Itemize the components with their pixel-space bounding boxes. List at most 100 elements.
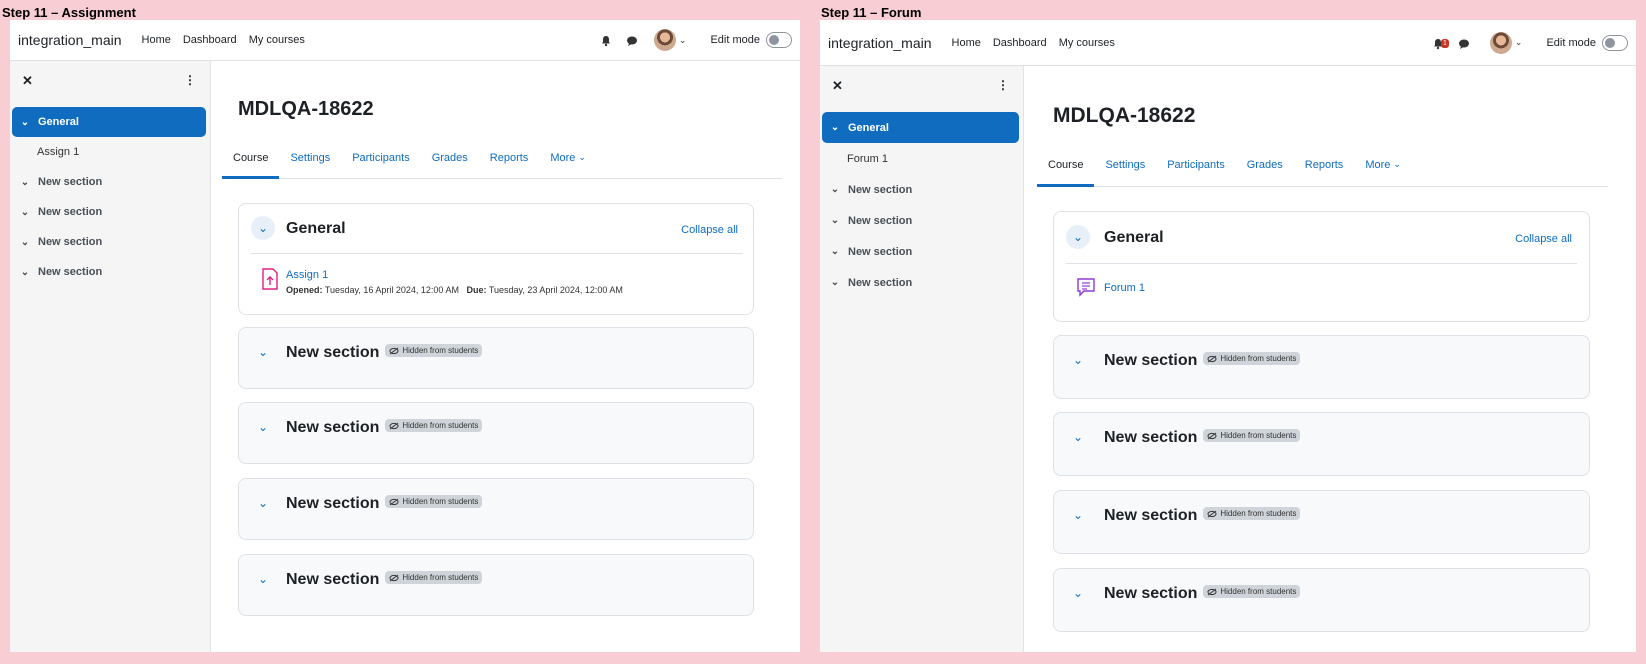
section-card: ⌄ New section Hidden from students [238,327,754,389]
collapse-chevron-icon[interactable]: ⌄ [1066,425,1090,449]
hidden-badge: Hidden from students [1203,507,1301,521]
site-brand[interactable]: integration_main [828,35,932,51]
kebab-menu-icon[interactable]: ⋮ [997,78,1009,92]
hidden-badge: Hidden from students [1203,352,1301,366]
tab-settings[interactable]: Settings [279,137,341,178]
page-title: MDLQA-18622 [1053,104,1196,127]
course-tabs: Course Settings Participants Grades Repo… [1037,143,1608,187]
section-card: ⌄ New section Hidden from students [1053,335,1590,399]
chevron-down-icon: ⌄ [830,246,840,257]
section-title: New section Hidden from students [1104,429,1301,447]
tab-grades[interactable]: Grades [421,137,479,178]
tab-grades[interactable]: Grades [1236,143,1294,186]
drawer-item-general[interactable]: ⌄ General [12,107,206,137]
hidden-badge: Hidden from students [1203,429,1301,443]
general-section-card: ⌄ General Collapse all Assign 1 Opened: … [238,203,754,315]
divider [1066,263,1577,264]
drawer-item-section[interactable]: ⌄ New section [822,236,1019,267]
tab-course[interactable]: Course [222,137,280,179]
course-tabs: Course Settings Participants Grades Repo… [222,137,782,179]
hidden-badge: Hidden from students [385,419,483,433]
tab-settings[interactable]: Settings [1094,143,1156,186]
collapse-chevron-icon[interactable]: ⌄ [1066,581,1090,605]
tab-reports[interactable]: Reports [479,137,540,178]
tab-participants[interactable]: Participants [1156,143,1235,186]
chat-icon[interactable] [626,34,638,46]
activity-link[interactable]: Assign 1 [286,269,328,281]
collapse-chevron-icon[interactable]: ⌄ [1066,225,1090,249]
user-menu-chevron-icon[interactable]: ⌄ [679,35,687,46]
chat-icon[interactable] [1458,37,1470,49]
hidden-badge-text: Hidden from students [1220,431,1297,441]
tab-reports[interactable]: Reports [1294,143,1355,186]
user-menu-chevron-icon[interactable]: ⌄ [1515,37,1523,48]
step-label: Step 11 – Forum [821,5,922,20]
activity-link[interactable]: Forum 1 [1104,282,1145,294]
chevron-down-icon: ⌄ [20,206,30,218]
collapse-all-link[interactable]: Collapse all [1515,233,1572,245]
hidden-badge-text: Hidden from students [1220,587,1297,597]
collapse-chevron-icon[interactable]: ⌄ [1066,348,1090,372]
section-title-text: New section [286,419,380,436]
drawer-item-section[interactable]: ⌄ New section [12,197,206,227]
collapse-chevron-icon[interactable]: ⌄ [1066,503,1090,527]
opened-label: Opened: [286,285,323,295]
nav-my-courses-link[interactable]: My courses [249,34,305,46]
edit-mode-toggle[interactable] [766,32,792,48]
due-label: Due: [466,285,487,295]
section-title: New section Hidden from students [1104,352,1301,370]
close-drawer-icon[interactable]: ✕ [832,78,843,94]
drawer-item-activity[interactable]: Forum 1 [822,143,1019,174]
drawer-item-section[interactable]: ⌄ New section [12,167,206,197]
hidden-badge-text: Hidden from students [402,421,479,431]
nav-dashboard-link[interactable]: Dashboard [183,34,237,46]
navbar-right: 1 ⌄ Edit mode [1426,31,1636,54]
drawer-item-section[interactable]: ⌄ New section [822,267,1019,298]
nav-dashboard-link[interactable]: Dashboard [993,37,1047,49]
tab-participants[interactable]: Participants [341,137,420,178]
bell-icon[interactable] [600,34,612,47]
opened-value: Tuesday, 16 April 2024, 12:00 AM [324,285,459,295]
notification-count-badge: 1 [1441,38,1449,48]
tab-course[interactable]: Course [1037,143,1095,187]
drawer-item-section[interactable]: ⌄ New section [12,257,206,287]
tab-more[interactable]: More ⌄ [1354,143,1412,186]
nav-home-link[interactable]: Home [142,34,171,46]
chevron-down-icon: ⌄ [20,266,30,278]
section-title-text: New section [286,344,380,361]
tab-more[interactable]: More ⌄ [539,137,597,178]
assignment-icon [261,268,279,295]
browser-panel-assignment: integration_main Home Dashboard My cours… [10,20,800,652]
user-avatar[interactable] [653,29,676,51]
chevron-down-icon: ⌄ [1393,159,1401,169]
drawer-item-general[interactable]: ⌄ General [822,112,1019,143]
nav-my-courses-link[interactable]: My courses [1059,37,1115,49]
chevron-down-icon: ⌄ [830,277,840,288]
forum-icon [1076,277,1096,302]
user-avatar[interactable] [1489,31,1512,54]
chevron-down-icon: ⌄ [830,184,840,195]
collapse-all-link[interactable]: Collapse all [681,224,738,236]
drawer-item-activity[interactable]: Assign 1 [12,137,206,167]
collapse-chevron-icon[interactable]: ⌄ [251,216,275,240]
hidden-badge: Hidden from students [385,571,483,585]
edit-mode-toggle[interactable] [1602,34,1628,51]
section-title-text: New section [1104,507,1198,524]
drawer-item-section[interactable]: ⌄ New section [822,205,1019,236]
site-brand[interactable]: integration_main [18,32,122,48]
chevron-down-icon: ⌄ [830,215,840,226]
drawer-item-section[interactable]: ⌄ New section [12,227,206,257]
collapse-chevron-icon[interactable]: ⌄ [251,567,275,591]
drawer-item-section[interactable]: ⌄ New section [822,174,1019,205]
nav-home-link[interactable]: Home [952,37,981,49]
divider [251,253,743,254]
collapse-chevron-icon[interactable]: ⌄ [251,415,275,439]
kebab-menu-icon[interactable]: ⋮ [184,73,196,87]
section-card: ⌄ New section Hidden from students [1053,412,1590,476]
collapse-chevron-icon[interactable]: ⌄ [251,340,275,364]
close-drawer-icon[interactable]: ✕ [22,73,33,89]
bell-icon[interactable]: 1 [1432,37,1449,49]
tab-more-label: More [550,151,576,164]
collapse-chevron-icon[interactable]: ⌄ [251,491,275,515]
section-title: General [1104,229,1164,246]
